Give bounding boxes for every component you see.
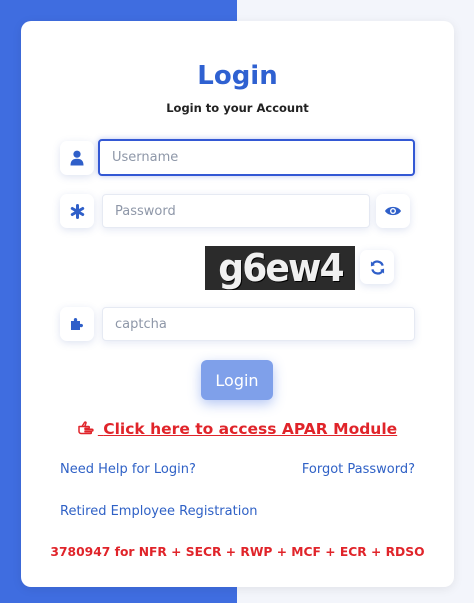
puzzle-icon-box (60, 307, 94, 341)
login-button[interactable]: Login (201, 360, 273, 400)
password-input[interactable] (102, 194, 370, 228)
asterisk-icon (70, 203, 84, 219)
apar-module-link-label: Click here to access APAR Module (103, 420, 398, 438)
helpline-text: 3780947 for NFR + SECR + RWP + MCF + ECR… (50, 545, 425, 559)
page-subtitle: Login to your Account (166, 101, 309, 115)
login-card: Login Login to your Account g6ew4 (21, 21, 454, 587)
captcha-image: g6ew4 (205, 246, 355, 290)
captcha-input[interactable] (102, 307, 415, 341)
asterisk-icon-box (60, 194, 94, 228)
user-icon (70, 150, 84, 166)
hand-pointer-icon (78, 421, 94, 435)
forgot-password-link[interactable]: Forgot Password? (302, 462, 415, 477)
apar-module-link[interactable]: Click here to access APAR Module (21, 420, 454, 438)
puzzle-icon (71, 318, 83, 330)
eye-icon (385, 206, 401, 216)
user-icon-box (60, 141, 94, 175)
captcha-image-text: g6ew4 (217, 246, 344, 290)
username-input[interactable] (98, 139, 415, 176)
toggle-password-button[interactable] (376, 194, 410, 228)
page-title: Login (197, 61, 278, 91)
need-help-link[interactable]: Need Help for Login? (60, 462, 196, 477)
retired-employee-registration-link[interactable]: Retired Employee Registration (60, 504, 258, 519)
refresh-icon (370, 259, 384, 275)
refresh-captcha-button[interactable] (360, 250, 394, 284)
